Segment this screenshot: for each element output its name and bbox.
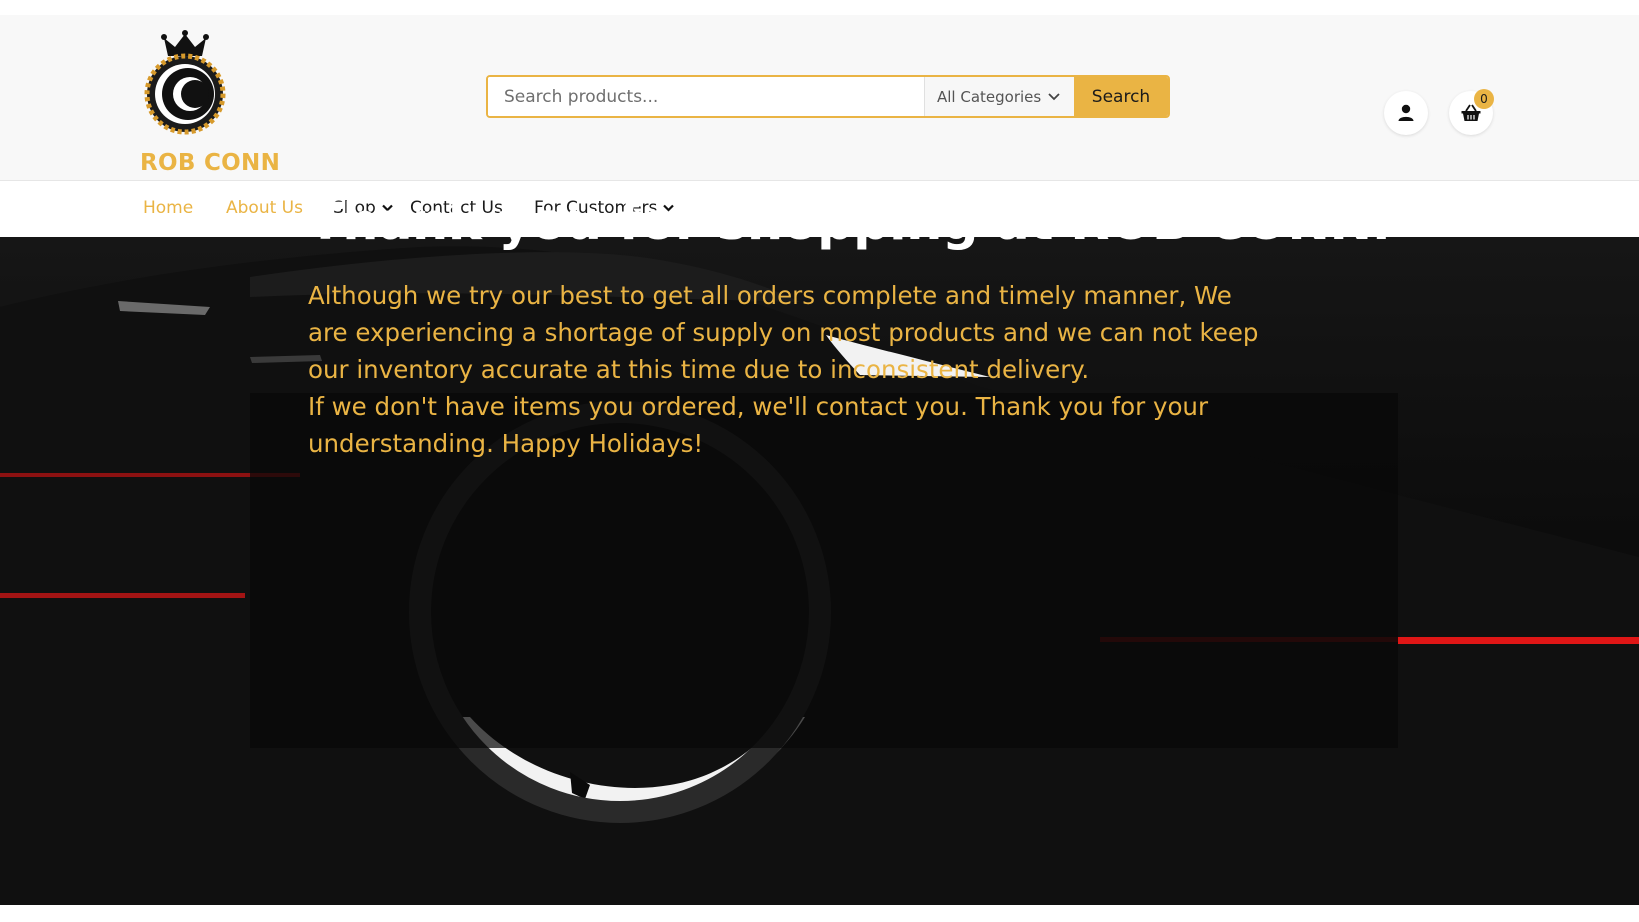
category-select[interactable]: All Categories (924, 77, 1074, 116)
brand-name: ROB CONN (140, 150, 281, 176)
nav-about-us-label: About Us (226, 198, 303, 218)
hero-title: Thank you for shopping at ROB CONN. (308, 193, 1391, 252)
category-select-label: All Categories (937, 87, 1042, 106)
hero-message: Although we try our best to get all orde… (308, 277, 1268, 462)
top-strip (0, 0, 1639, 15)
account-button[interactable] (1384, 91, 1428, 135)
search-button[interactable]: Search (1074, 77, 1168, 116)
chevron-down-icon (1048, 92, 1060, 100)
hero-message-paragraph-1: Although we try our best to get all orde… (308, 281, 1259, 384)
search-bar: All Categories Search (486, 75, 1170, 118)
cart-count-badge: 0 (1474, 89, 1494, 109)
logo[interactable]: ROB CONN (140, 30, 290, 180)
nav-home-label: Home (143, 198, 194, 218)
crown-tire-logo-icon (144, 30, 226, 135)
user-icon (1398, 104, 1414, 121)
bottom-strip (0, 905, 1639, 922)
site-header: ROB CONN All Categories Search 0 (0, 15, 1639, 181)
nav-about-us[interactable]: About Us (226, 198, 303, 218)
hero-message-paragraph-2: If we don't have items you ordered, we'l… (308, 392, 1209, 458)
search-input[interactable] (488, 77, 924, 116)
nav-home[interactable]: Home (143, 198, 193, 218)
